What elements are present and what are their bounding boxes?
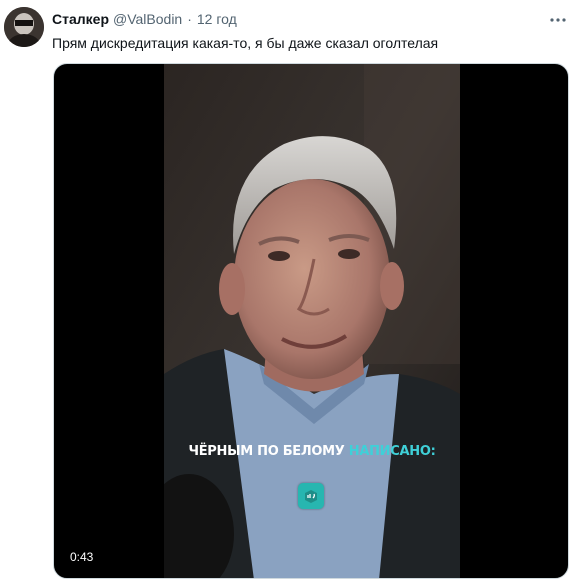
brand-badge-icon: [298, 483, 324, 509]
avatar[interactable]: [4, 7, 44, 47]
video-duration: 0:43: [70, 550, 94, 564]
more-options-button[interactable]: [548, 9, 568, 29]
tweet-header: Сталкер @ValBodin · 12 год: [52, 10, 237, 28]
separator-dot: ·: [187, 11, 192, 27]
author-handle[interactable]: @ValBodin: [113, 11, 182, 27]
video-caption: ЧЁРНЫМ ПО БЕЛОМУ НАПИСАНО:: [164, 444, 460, 459]
author-name[interactable]: Сталкер: [52, 11, 109, 27]
tweet[interactable]: Сталкер @ValBodin · 12 год Прям дискреди…: [0, 0, 575, 587]
tweet-text: Прям дискредитация какая-то, я бы даже с…: [52, 35, 439, 51]
video-frame[interactable]: ЧЁРНЫМ ПО БЕЛОМУ НАПИСАНО:: [164, 64, 460, 578]
more-dots-icon: [550, 10, 566, 28]
caption-white-text: ЧЁРНЫМ ПО БЕЛОМУ: [188, 444, 345, 459]
caption-accent-text: НАПИСАНО:: [348, 444, 436, 459]
video-player[interactable]: ЧЁРНЫМ ПО БЕЛОМУ НАПИСАНО: 0:43: [53, 63, 569, 579]
timestamp[interactable]: 12 год: [197, 11, 237, 27]
